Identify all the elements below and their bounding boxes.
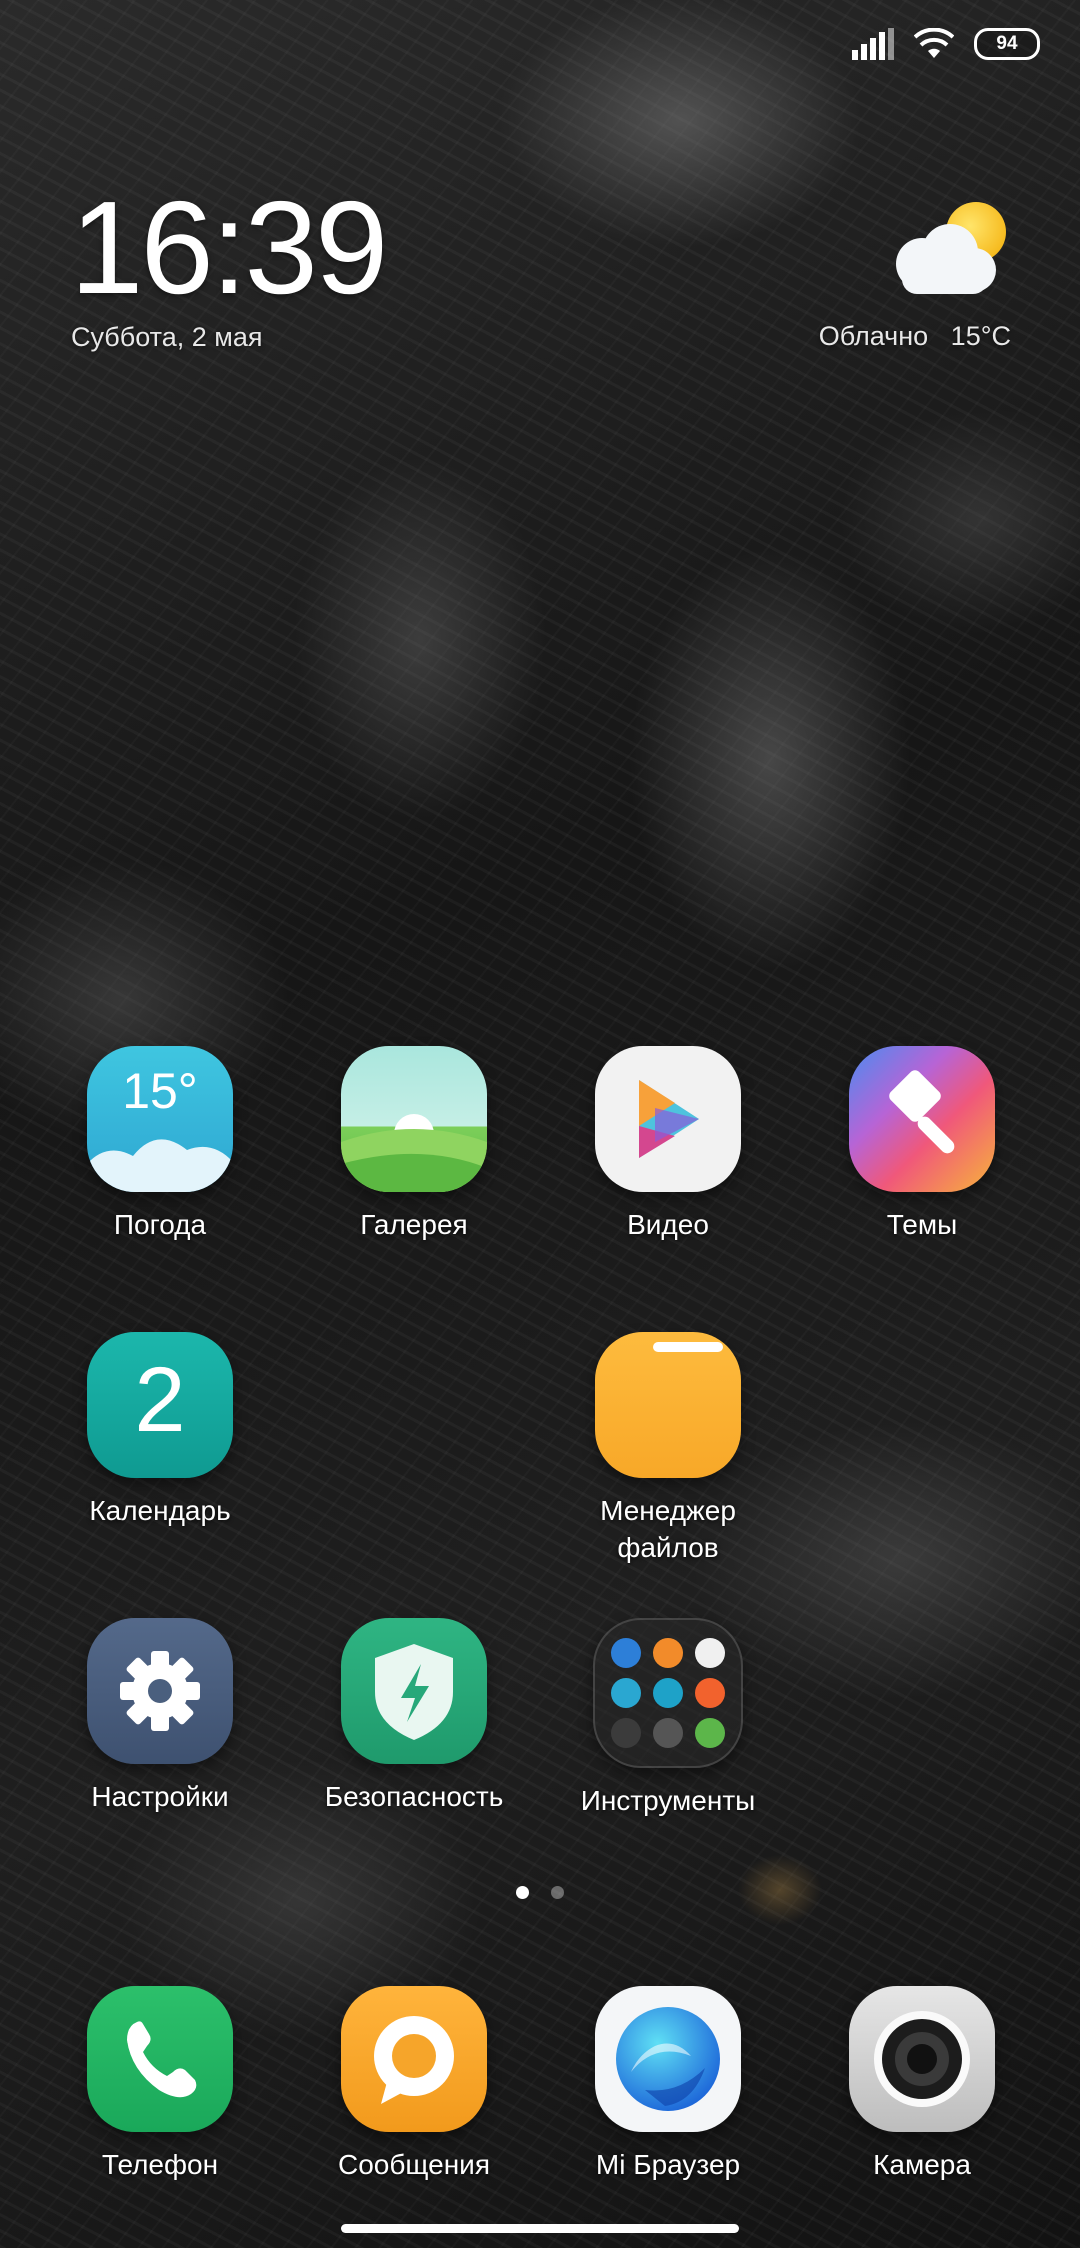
video-icon xyxy=(595,1046,741,1192)
screen-recorder-mini-icon xyxy=(653,1678,683,1708)
camera-icon xyxy=(849,1986,995,2132)
themes-icon xyxy=(849,1046,995,1192)
paintbrush-icon xyxy=(889,1070,955,1154)
app-label: Календарь xyxy=(89,1495,231,1526)
app-themes[interactable]: Темы xyxy=(812,1046,1032,1243)
app-label: Безопасность xyxy=(324,1781,504,1812)
shield-icon xyxy=(375,1644,453,1740)
wifi-icon xyxy=(914,28,954,58)
dock-mi-browser[interactable]: Mi Браузер xyxy=(558,1986,778,2183)
signal-icon xyxy=(852,28,894,60)
dock-phone[interactable]: Телефон xyxy=(50,1986,270,2183)
messages-icon xyxy=(341,1986,487,2132)
clock-date[interactable]: Суббота, 2 мая xyxy=(71,322,262,353)
scanner-mini-icon xyxy=(653,1718,683,1748)
app-label: Сообщения xyxy=(338,2149,490,2180)
browser-swirl-icon xyxy=(616,2007,720,2111)
security-icon xyxy=(341,1618,487,1764)
status-bar: 94 xyxy=(852,28,1040,60)
calculator-mini-icon xyxy=(653,1638,683,1668)
battery-level: 94 xyxy=(996,33,1018,54)
settings-icon xyxy=(87,1618,233,1764)
contacts-mini-icon xyxy=(611,1638,641,1668)
app-label: Телефон xyxy=(101,2149,219,2180)
mail-mini-icon xyxy=(695,1638,725,1668)
folder-icon xyxy=(595,1332,741,1478)
phone-icon xyxy=(87,1986,233,2132)
chat-bubble-icon xyxy=(374,2016,454,2104)
app-label: Темы xyxy=(886,1209,958,1240)
weather-summary[interactable]: Облачно 15°C xyxy=(819,321,1011,352)
calendar-day: 2 xyxy=(134,1349,186,1451)
downloads-mini-icon xyxy=(695,1718,725,1748)
page-dot-active xyxy=(516,1886,529,1899)
app-label: Камера xyxy=(873,2149,971,2180)
app-calendar[interactable]: 2 Календарь xyxy=(50,1332,270,1529)
calendar-icon: 2 xyxy=(87,1332,233,1478)
app-settings[interactable]: Настройки xyxy=(50,1618,270,1815)
app-label: Mi Браузер xyxy=(595,2149,741,2180)
gesture-home-bar[interactable] xyxy=(341,2224,739,2233)
app-security[interactable]: Безопасность xyxy=(304,1618,524,1815)
app-label: Галерея xyxy=(360,1209,468,1240)
clock-time[interactable]: 16:39 xyxy=(70,182,388,314)
phone-handset-icon xyxy=(127,2021,197,2098)
page-indicator xyxy=(0,1886,1080,1899)
app-video[interactable]: Видео xyxy=(558,1046,778,1243)
compass-mini-icon xyxy=(611,1718,641,1748)
app-file-manager[interactable]: Менеджер файлов xyxy=(558,1332,778,1566)
cloud-shape xyxy=(87,1139,233,1192)
camera-lens-icon xyxy=(874,2011,970,2107)
browser-icon xyxy=(595,1986,741,2132)
weather-condition: Облачно xyxy=(818,321,929,351)
page-dot xyxy=(551,1886,564,1899)
app-label: Настройки xyxy=(91,1781,229,1812)
app-label: Погода xyxy=(113,1209,207,1240)
tools-folder-icon xyxy=(593,1618,743,1768)
gear-icon xyxy=(120,1651,200,1731)
app-label: Видео xyxy=(627,1209,709,1240)
dock-camera[interactable]: Камера xyxy=(812,1986,1032,2183)
gallery-icon xyxy=(341,1046,487,1192)
dock-messages[interactable]: Сообщения xyxy=(304,1986,524,2183)
clock-mini-icon xyxy=(611,1678,641,1708)
weather-app-icon: 15° xyxy=(87,1046,233,1192)
play-icon xyxy=(639,1080,699,1158)
app-weather[interactable]: 15° Погода xyxy=(50,1046,270,1243)
folder-tab xyxy=(653,1342,723,1352)
app-label: Менеджер файлов xyxy=(600,1495,736,1563)
weather-temperature: 15°C xyxy=(950,321,1011,351)
partly-cloudy-icon[interactable] xyxy=(892,198,1014,302)
camera-recorder-mini-icon xyxy=(695,1678,725,1708)
battery-icon: 94 xyxy=(974,28,1040,60)
app-tools-folder[interactable]: Инструменты xyxy=(558,1618,778,1819)
gallery-landscape xyxy=(341,1114,487,1192)
weather-app-icon-text: 15° xyxy=(122,1063,198,1119)
app-gallery[interactable]: Галерея xyxy=(304,1046,524,1243)
app-label: Инструменты xyxy=(580,1785,756,1816)
